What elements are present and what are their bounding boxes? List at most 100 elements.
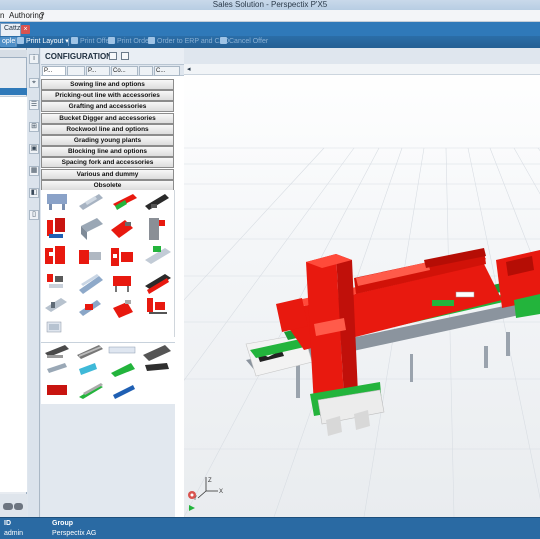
accessory-thumbnail[interactable] <box>45 345 69 358</box>
category-button[interactable]: Various and dummy <box>41 168 174 180</box>
axis-label-z: Z <box>208 478 212 484</box>
cancel-offer-button[interactable]: Cancel Offer <box>220 37 268 47</box>
category-button[interactable]: Grafting and accessories <box>41 101 174 113</box>
menu-item-file[interactable]: n <box>0 11 4 20</box>
tab-document[interactable]: Cattz <box>0 23 21 36</box>
printer-icon <box>71 37 78 44</box>
category-button[interactable]: Bucket Digger and accessories <box>41 112 174 124</box>
product-thumbnail[interactable] <box>47 218 65 238</box>
product-thumbnail[interactable] <box>147 298 167 314</box>
configuration-panel: CONFIGURATION P... P... Co... C... Sowin… <box>41 48 184 517</box>
left-pane-tree[interactable] <box>0 96 27 492</box>
toolbar-separator <box>15 38 16 46</box>
product-thumbnail[interactable] <box>149 218 165 240</box>
category-button[interactable]: Rockwool line and options <box>41 123 174 135</box>
product-thumbnail[interactable] <box>113 300 133 318</box>
accessory-thumbnail[interactable] <box>77 345 103 359</box>
printer-icon <box>17 37 24 44</box>
product-thumbnail[interactable] <box>79 250 101 264</box>
menu-bar: n Authoring ? <box>0 10 540 22</box>
category-button[interactable]: Sowing line and options <box>41 79 174 90</box>
product-thumbnail[interactable] <box>46 321 62 333</box>
menu-item-authoring[interactable]: Authoring <box>9 11 43 20</box>
document-tab-strip: Cattz × <box>0 22 540 36</box>
subtab-price[interactable]: P... <box>86 66 110 76</box>
accessory-thumbnail[interactable] <box>143 345 171 361</box>
left-pane-header <box>0 50 27 58</box>
product-thumbnail[interactable] <box>47 274 63 288</box>
subtab-catalog[interactable]: C... <box>154 66 180 76</box>
panel-tab-icon[interactable]: ▯ <box>29 210 39 220</box>
grid-tab-icon[interactable]: ⊞ <box>29 122 39 132</box>
accessory-thumbnail[interactable] <box>113 385 135 399</box>
product-thumbnail[interactable] <box>145 246 171 264</box>
info-tab-icon[interactable]: i <box>29 54 39 64</box>
play-icon[interactable] <box>189 505 195 511</box>
accessory-thumbnail[interactable] <box>47 385 67 395</box>
print-offer-button[interactable]: Print Offer <box>71 37 112 47</box>
category-button[interactable]: Pricking-out line with accessories <box>41 90 174 102</box>
export-icon <box>148 37 155 44</box>
status-bar: ID Group admin Perspectix AG <box>0 517 540 539</box>
accessory-thumbnail[interactable] <box>47 363 67 373</box>
product-thumbnail[interactable] <box>47 194 67 210</box>
accessory-thumbnail[interactable] <box>111 363 135 377</box>
toolbar-separator <box>68 38 69 46</box>
menu-item-help[interactable]: ? <box>40 11 44 20</box>
accessory-thumbnail[interactable] <box>108 346 136 354</box>
accessory-thumbnail[interactable] <box>79 383 103 399</box>
measure-tab-icon[interactable]: ⌖ <box>29 78 39 88</box>
product-thumbnail-gallery <box>41 190 175 337</box>
left-explorer-pane <box>0 48 27 517</box>
3d-viewport[interactable]: Z X Y <box>184 64 540 517</box>
accessory-thumbnail[interactable] <box>79 363 97 375</box>
subtab-extra[interactable] <box>139 66 153 76</box>
view-tab-icon[interactable]: ▣ <box>29 144 39 154</box>
axis-label-x: X <box>219 489 223 495</box>
product-thumbnail[interactable] <box>113 276 131 292</box>
user-icon[interactable] <box>3 503 13 510</box>
left-pane-footer <box>0 494 27 517</box>
save-icon[interactable] <box>109 52 117 60</box>
product-thumbnail[interactable] <box>113 194 137 210</box>
category-button[interactable]: Blocking line and options <box>41 146 174 158</box>
product-thumbnail[interactable] <box>111 220 133 238</box>
record-icon[interactable] <box>188 491 196 499</box>
table-tab-icon[interactable]: ▦ <box>29 166 39 176</box>
collapse-panel-icon[interactable]: ◂ <box>187 65 191 73</box>
left-pane-selected-row[interactable] <box>0 88 27 95</box>
list-tab-icon[interactable]: ☰ <box>29 100 39 110</box>
configuration-header: CONFIGURATION <box>41 48 184 65</box>
status-id-header: ID <box>4 520 11 527</box>
category-button[interactable]: Grading young plants <box>41 134 174 146</box>
vertical-tab-strip: i ⌖ ☰ ⊞ ▣ ▦ ◧ ▯ <box>28 48 40 517</box>
print-order-button[interactable]: Print Order <box>108 37 151 47</box>
product-thumbnail[interactable] <box>111 248 133 266</box>
product-thumbnail[interactable] <box>79 300 101 316</box>
layout-tab-icon[interactable]: ◧ <box>29 188 39 198</box>
product-thumbnail[interactable] <box>45 298 67 312</box>
accessory-thumbnail-gallery <box>41 342 175 402</box>
viewport-toolbar: ◂ <box>184 64 540 75</box>
accessory-thumbnail[interactable] <box>145 363 169 371</box>
subtab-parts[interactable] <box>67 66 85 76</box>
3d-scene: Z X Y <box>184 147 540 517</box>
product-thumbnail[interactable] <box>45 246 65 264</box>
close-icon[interactable]: × <box>21 25 30 34</box>
product-thumbnail[interactable] <box>79 274 103 294</box>
status-group-header: Group <box>52 520 73 527</box>
product-thumbnail[interactable] <box>145 274 171 294</box>
configuration-title: CONFIGURATION <box>45 52 112 61</box>
product-thumbnail[interactable] <box>79 194 103 210</box>
product-thumbnail[interactable] <box>81 218 103 240</box>
subtab-configuration[interactable]: Co... <box>111 66 138 76</box>
undo-icon[interactable] <box>121 52 129 60</box>
subtab-products[interactable]: P... <box>42 66 66 76</box>
configuration-empty-area <box>41 404 175 517</box>
product-thumbnail[interactable] <box>145 194 169 210</box>
order-to-erp-button[interactable]: Order to ERP and CAD <box>148 37 229 47</box>
printer-icon <box>108 37 115 44</box>
users-icon[interactable] <box>14 503 23 510</box>
print-layout-button[interactable]: Print Layout ▾ <box>17 37 69 47</box>
category-button[interactable]: Spacing fork and accessories <box>41 157 174 169</box>
